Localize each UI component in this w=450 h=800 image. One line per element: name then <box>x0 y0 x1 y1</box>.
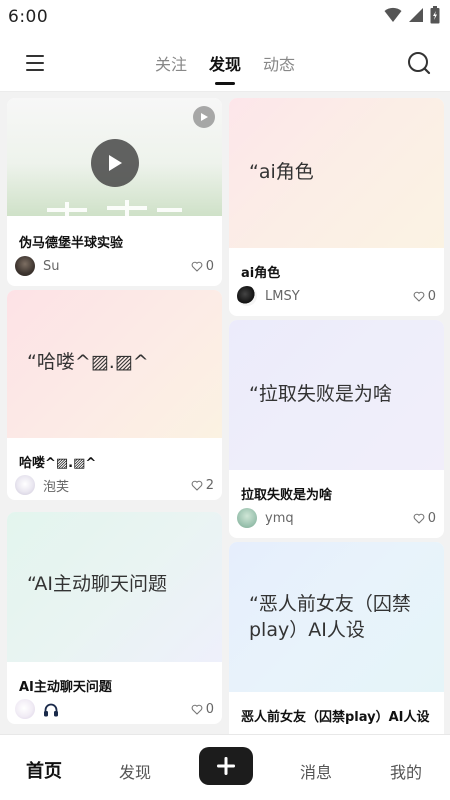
like-count: 0 <box>205 258 214 274</box>
cover-quote: “恶人前女友（囚禁play）AI人设 <box>249 593 411 641</box>
heart-icon <box>191 261 203 272</box>
search-button[interactable] <box>404 48 434 78</box>
play-button[interactable] <box>91 139 139 187</box>
post-card[interactable]: “ai角色 ai角色 LMSY 0 <box>229 98 444 316</box>
like-button[interactable]: 2 <box>191 478 214 493</box>
avatar[interactable] <box>15 475 35 495</box>
status-time: 6:00 <box>8 7 49 27</box>
post-title: AI主动聊天问题 <box>19 680 112 695</box>
play-icon <box>109 155 122 171</box>
author-name[interactable]: LMSY <box>265 289 413 304</box>
search-icon <box>408 52 431 75</box>
like-button[interactable]: 0 <box>191 702 214 717</box>
avatar[interactable] <box>15 699 35 719</box>
battery-icon <box>430 6 440 28</box>
like-button[interactable]: 0 <box>413 511 436 526</box>
avatar[interactable] <box>15 256 35 276</box>
post-meta: 0 <box>15 698 214 720</box>
post-card[interactable]: “哈喽^▨.▨^ 哈喽^▨.▨^ 泡芙 2 <box>7 290 222 500</box>
create-post-button[interactable] <box>199 747 253 785</box>
nav-profile[interactable]: 我的 <box>390 759 422 783</box>
post-card[interactable]: “拉取失败是为啥 拉取失败是为啥 ymq 0 <box>229 320 444 538</box>
heart-icon <box>413 513 425 524</box>
cover-quote: “哈喽^▨.▨^ <box>27 351 149 373</box>
bottom-nav: 首页 发现 消息 我的 <box>0 734 450 800</box>
tab-follow[interactable]: 关注 <box>155 47 187 79</box>
post-card[interactable]: “AI主动聊天问题 AI主动聊天问题 0 <box>7 512 222 724</box>
nav-home[interactable]: 首页 <box>26 757 62 783</box>
post-title: ai角色 <box>241 266 281 281</box>
video-badge-icon <box>201 113 208 121</box>
like-button[interactable]: 0 <box>191 259 214 274</box>
post-title: 哈喽^▨.▨^ <box>19 456 97 471</box>
signal-icon <box>408 7 424 27</box>
feed-tabs: 关注 发现 动态 <box>0 34 450 92</box>
post-title: 恶人前女友（囚禁play）AI人设 <box>241 710 430 725</box>
tab-discover[interactable]: 发现 <box>209 47 241 85</box>
like-count: 2 <box>205 477 214 493</box>
video-badge <box>193 106 215 128</box>
plus-icon <box>217 757 235 775</box>
avatar[interactable] <box>237 286 257 306</box>
cover-quote: “ai角色 <box>249 161 314 183</box>
author-name[interactable]: Su <box>43 259 191 274</box>
like-count: 0 <box>427 288 436 304</box>
like-button[interactable]: 0 <box>413 289 436 304</box>
tab-activity[interactable]: 动态 <box>263 47 295 79</box>
heart-icon <box>191 704 203 715</box>
post-card[interactable]: “恶人前女友（囚禁play）AI人设 恶人前女友（囚禁play）AI人设 <box>229 542 444 734</box>
heart-icon <box>413 291 425 302</box>
cover-quote: “拉取失败是为啥 <box>249 383 392 405</box>
like-count: 0 <box>205 701 214 717</box>
post-title: 拉取失败是为啥 <box>241 488 333 503</box>
feed: 伪马德堡半球实验 Su 0 “ai角色 ai角色 LMSY 0 “哈喽^▨.▨^… <box>0 92 450 734</box>
post-meta: ymq 0 <box>237 507 436 529</box>
avatar[interactable] <box>237 508 257 528</box>
like-count: 0 <box>427 510 436 526</box>
post-meta: Su 0 <box>15 255 214 277</box>
headphones-icon <box>44 703 58 716</box>
heart-icon <box>191 480 203 491</box>
top-nav: 关注 发现 动态 <box>0 34 450 92</box>
post-meta: 泡芙 2 <box>15 474 214 496</box>
nav-discover[interactable]: 发现 <box>119 759 151 783</box>
author-name[interactable] <box>43 702 191 717</box>
cover-quote: “AI主动聊天问题 <box>27 573 167 595</box>
wifi-icon <box>384 7 402 27</box>
status-bar: 6:00 <box>0 0 450 34</box>
post-meta: LMSY 0 <box>237 285 436 307</box>
post-card[interactable]: 伪马德堡半球实验 Su 0 <box>7 98 222 286</box>
author-name[interactable]: ymq <box>265 511 413 526</box>
author-name[interactable]: 泡芙 <box>43 476 191 495</box>
post-title: 伪马德堡半球实验 <box>19 236 124 251</box>
nav-messages[interactable]: 消息 <box>300 759 332 783</box>
status-icons <box>384 6 440 28</box>
